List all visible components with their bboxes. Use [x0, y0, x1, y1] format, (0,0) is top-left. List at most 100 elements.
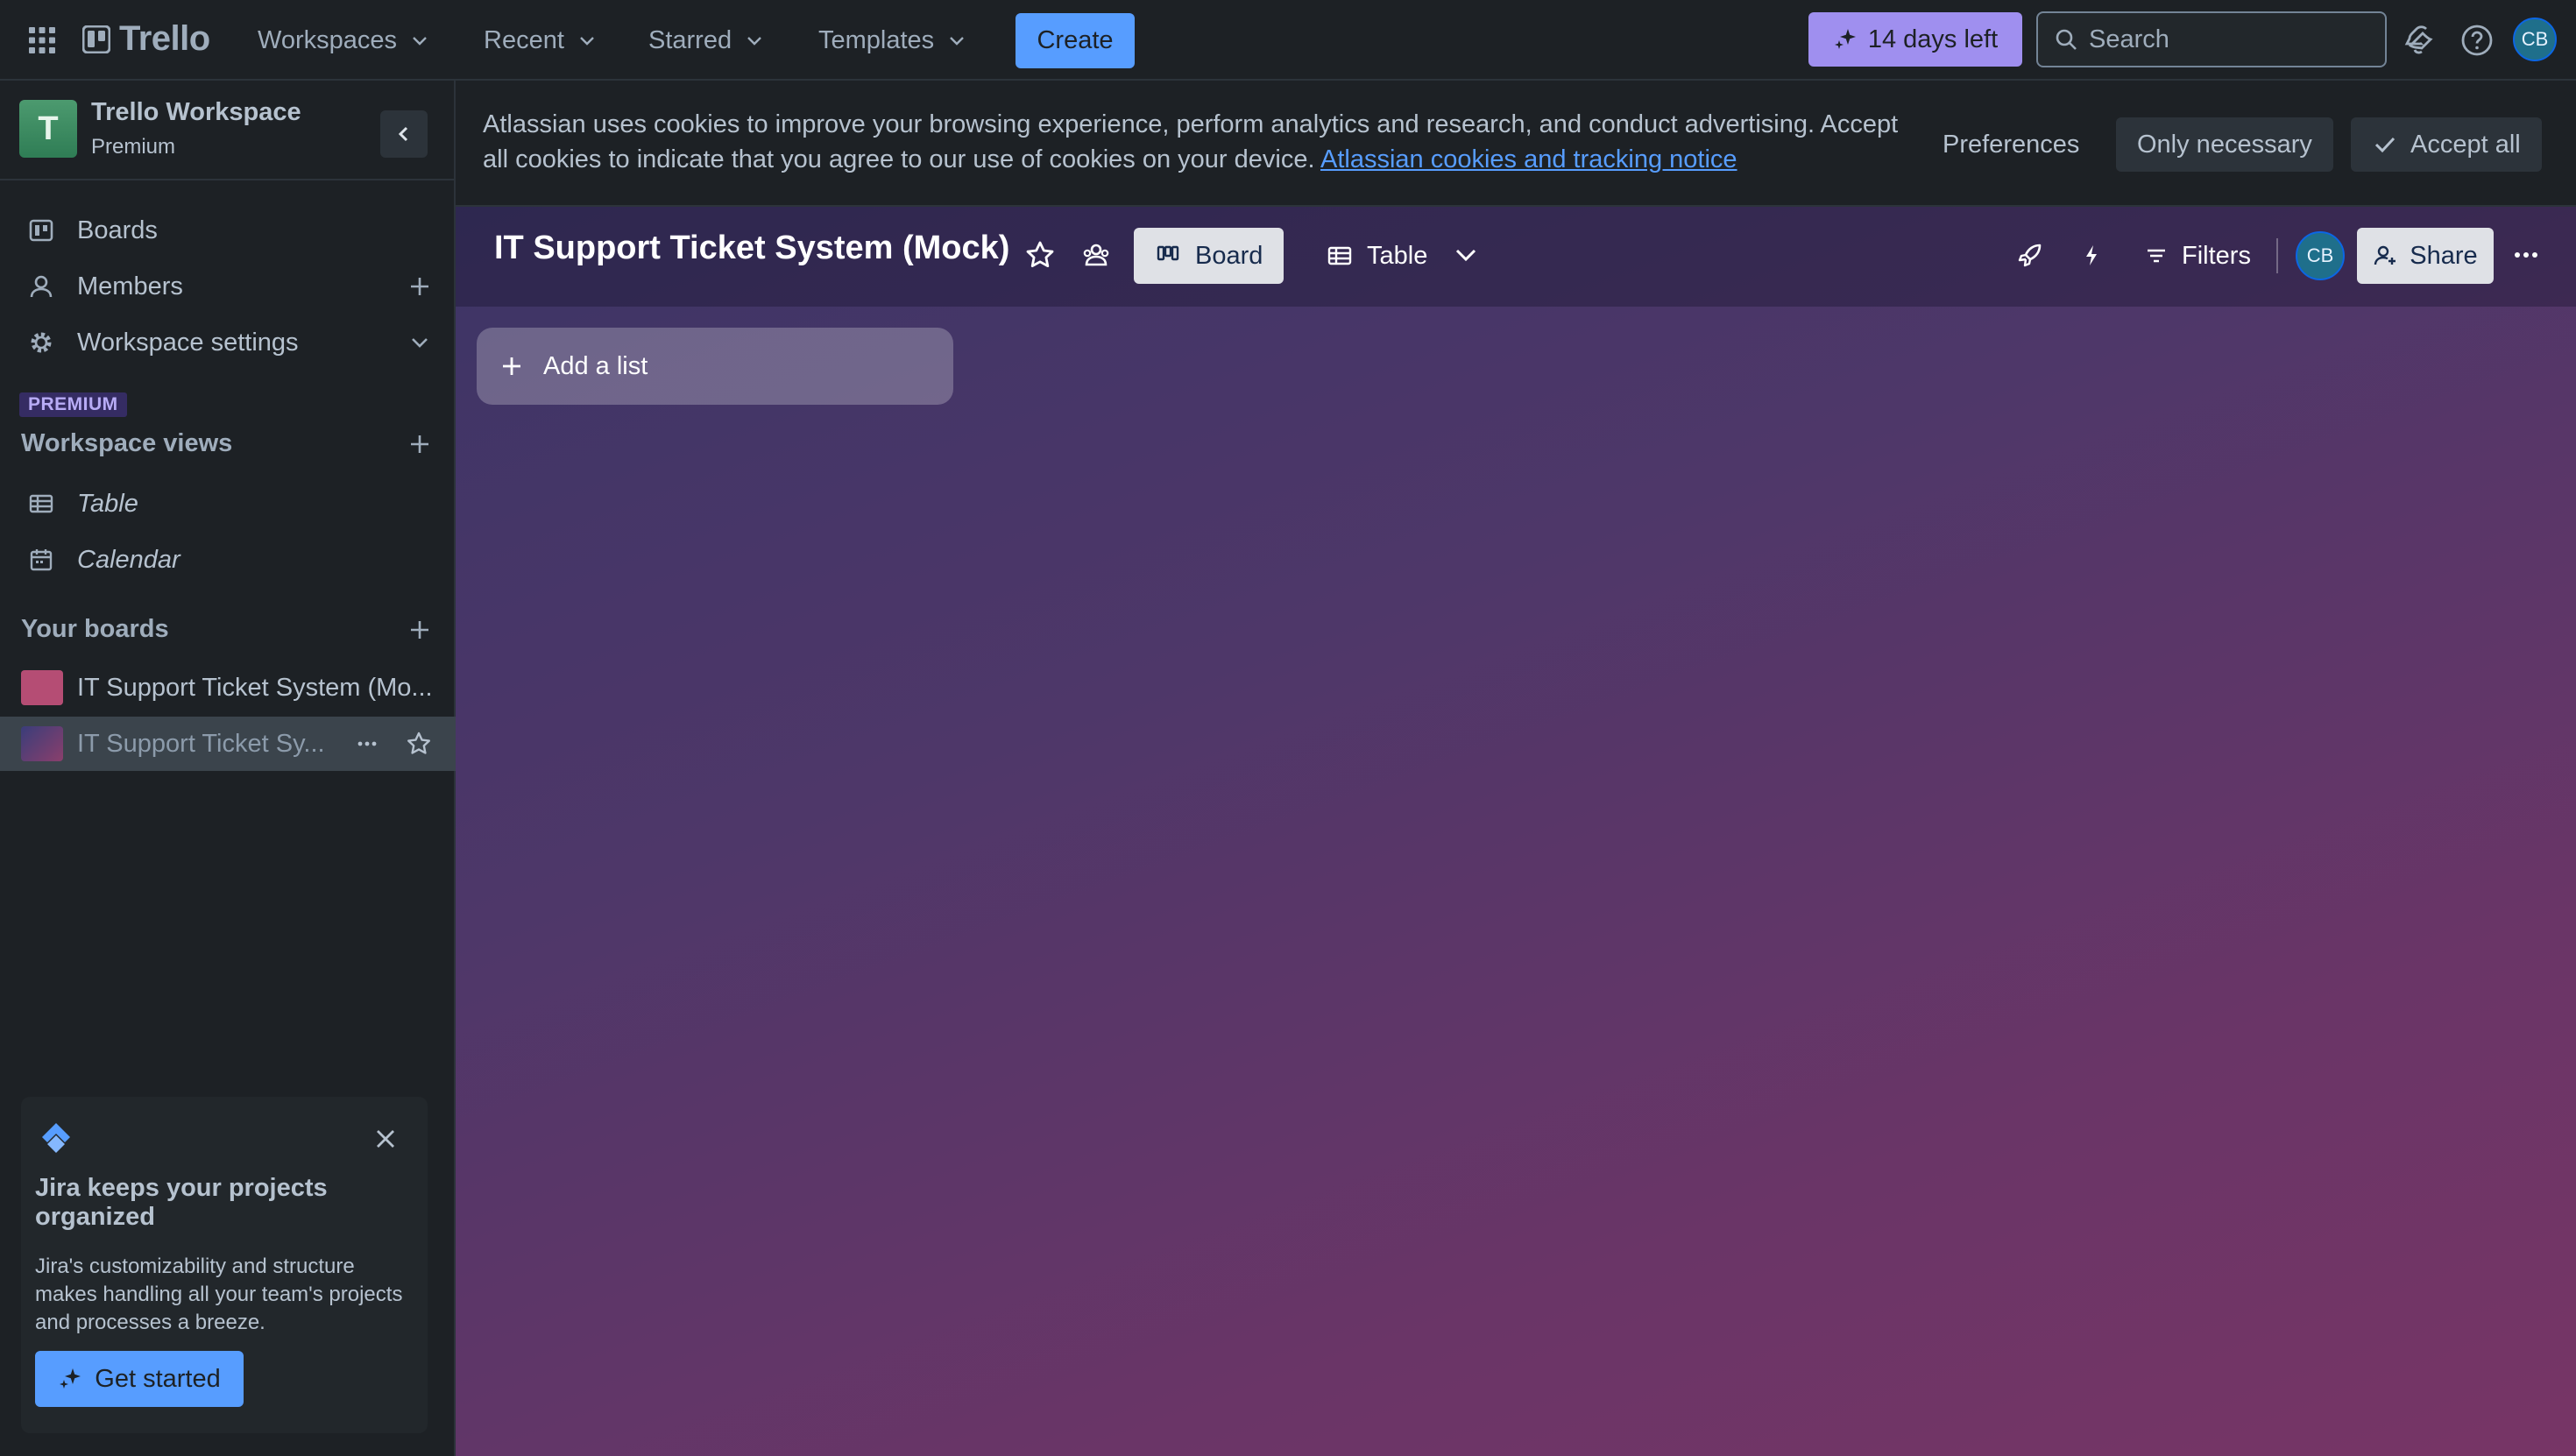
chevron-down-icon[interactable]	[1449, 238, 1483, 272]
sparkle-icon	[58, 1367, 82, 1391]
starred-menu[interactable]: Starred	[643, 16, 770, 65]
board-icon	[28, 217, 54, 244]
workspace-views-heading: Workspace views	[21, 429, 233, 457]
sidebar-item-label: Workspace settings	[77, 328, 299, 357]
user-avatar[interactable]: CB	[2513, 18, 2557, 61]
sidebar-item-members[interactable]: Members	[0, 259, 456, 314]
board-title[interactable]: IT Support Ticket System (Mock)	[494, 230, 1009, 267]
workspace-name[interactable]: Trello Workspace	[91, 98, 301, 127]
jira-promo-card: Jira keeps your projects organized Jira'…	[21, 1097, 428, 1433]
more-options-icon[interactable]	[354, 731, 380, 757]
templates-menu-label: Templates	[818, 25, 935, 54]
sidebar-item-label: Members	[77, 272, 183, 300]
your-boards-heading: Your boards	[21, 615, 169, 643]
sidebar-board-item[interactable]: IT Support Ticket System (Mo...	[0, 661, 456, 715]
sidebar-board-item-active[interactable]: IT Support Ticket Sy...	[0, 717, 456, 771]
trello-mark-icon	[82, 25, 110, 53]
sidebar-board-name: IT Support Ticket System (Mo...	[77, 673, 433, 702]
header-divider	[2276, 238, 2278, 273]
tab-board[interactable]: Board	[1134, 228, 1284, 284]
board-header: IT Support Ticket System (Mock) Board Ta…	[456, 207, 2576, 307]
visibility-workspace-icon[interactable]	[1079, 238, 1113, 272]
plus-icon	[499, 354, 524, 378]
create-button[interactable]: Create	[1016, 13, 1135, 68]
chevron-down-icon	[577, 30, 598, 51]
jira-promo-title: Jira keeps your projects organized	[35, 1174, 328, 1231]
add-member-plus-icon[interactable]	[407, 273, 433, 300]
automation-bolt-icon[interactable]	[2075, 238, 2108, 272]
trial-days-button[interactable]: 14 days left	[1808, 12, 2022, 67]
recent-menu-label: Recent	[484, 25, 564, 54]
sparkle-icon	[1833, 27, 1858, 52]
add-board-plus-icon[interactable]	[407, 617, 433, 643]
gear-icon	[28, 329, 54, 356]
tab-table-label: Table	[1367, 241, 1428, 270]
filters-label: Filters	[2182, 241, 2251, 270]
share-label: Share	[2410, 241, 2478, 270]
cookie-notice-link[interactable]: Atlassian cookies and tracking notice	[1320, 145, 1737, 173]
workspace-plan: Premium	[91, 135, 176, 159]
calendar-icon	[28, 547, 54, 573]
help-icon[interactable]	[2459, 22, 2495, 59]
notifications-bell-icon[interactable]	[2403, 22, 2439, 59]
add-view-plus-icon[interactable]	[407, 431, 433, 457]
tab-table[interactable]: Table	[1306, 228, 1448, 284]
jira-logo-icon	[37, 1120, 75, 1158]
sidebar-item-table-view[interactable]: Table	[0, 477, 456, 531]
star-icon[interactable]	[405, 730, 433, 758]
checkmark-icon	[2372, 131, 2398, 158]
starred-menu-label: Starred	[648, 25, 732, 54]
get-started-button[interactable]: Get started	[35, 1351, 244, 1407]
cookie-message: Atlassian uses cookies to improve your b…	[483, 107, 1902, 177]
sidebar-item-label: Table	[77, 489, 138, 518]
add-list-button[interactable]: Add a list	[477, 328, 953, 405]
filters-button[interactable]: Filters	[2133, 228, 2261, 284]
accept-all-label: Accept all	[2410, 130, 2521, 159]
recent-menu[interactable]: Recent	[478, 16, 603, 65]
search-box[interactable]	[2036, 11, 2387, 67]
sidebar-board-name: IT Support Ticket Sy...	[77, 729, 325, 758]
search-icon	[2054, 27, 2078, 52]
power-ups-rocket-icon[interactable]	[2013, 238, 2047, 272]
share-button[interactable]: Share	[2357, 228, 2494, 284]
cookie-banner: Atlassian uses cookies to improve your b…	[456, 81, 2576, 207]
board-thumbnail	[21, 670, 63, 705]
templates-menu[interactable]: Templates	[813, 16, 973, 65]
workspaces-menu[interactable]: Workspaces	[252, 16, 435, 65]
chevron-down-icon	[744, 30, 765, 51]
chevron-down-icon	[409, 30, 430, 51]
jira-promo-body: Jira's customizability and structure mak…	[35, 1255, 403, 1334]
add-list-label: Add a list	[543, 351, 648, 380]
sidebar-item-boards[interactable]: Boards	[0, 203, 456, 258]
close-icon[interactable]	[372, 1125, 400, 1153]
premium-badge: PREMIUM	[19, 392, 127, 417]
workspace-header: T Trello Workspace Premium	[0, 81, 456, 180]
chevron-down-icon	[946, 30, 967, 51]
trello-logo[interactable]: Trello	[82, 19, 210, 59]
sidebar-item-workspace-settings[interactable]: Workspace settings	[0, 315, 456, 370]
sidebar-item-label: Boards	[77, 216, 158, 244]
workspace-logo[interactable]: T	[19, 100, 77, 158]
app-switcher-icon[interactable]	[26, 25, 58, 56]
cookie-preferences-button[interactable]: Preferences	[1921, 117, 2100, 172]
person-icon	[28, 273, 54, 300]
collapse-sidebar-button[interactable]	[380, 110, 428, 158]
workspaces-menu-label: Workspaces	[258, 25, 398, 54]
more-menu-icon[interactable]	[2509, 238, 2543, 272]
chevron-down-icon[interactable]	[407, 329, 433, 356]
search-input[interactable]	[2089, 25, 2369, 54]
brand-name: Trello	[119, 19, 210, 58]
only-necessary-button[interactable]: Only necessary	[2116, 117, 2333, 172]
sidebar-item-calendar-view[interactable]: Calendar	[0, 533, 456, 587]
board-thumbnail	[21, 726, 63, 761]
star-board-icon[interactable]	[1023, 238, 1057, 272]
filter-icon	[2143, 243, 2169, 269]
accept-all-button[interactable]: Accept all	[2351, 117, 2542, 172]
board-member-avatar[interactable]: CB	[2296, 231, 2345, 280]
top-navigation-bar: Trello Workspaces Recent Starred Templat…	[0, 0, 2576, 81]
tab-board-label: Board	[1195, 241, 1263, 270]
sidebar-item-label: Calendar	[77, 545, 180, 574]
table-icon	[1327, 243, 1353, 269]
table-icon	[28, 491, 54, 517]
get-started-label: Get started	[95, 1364, 221, 1393]
